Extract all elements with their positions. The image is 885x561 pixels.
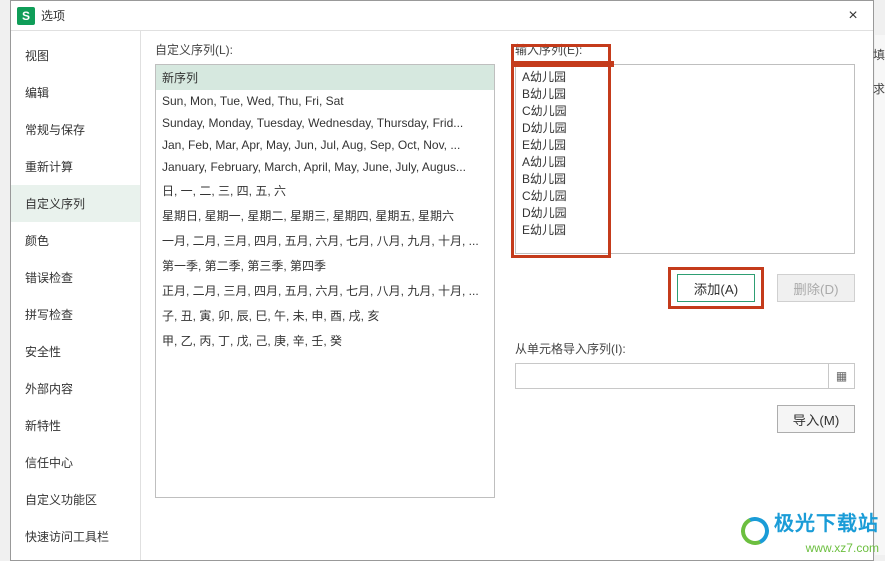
sidebar-item-10[interactable]: 新特性 [11,407,140,444]
list-item[interactable]: 星期日, 星期一, 星期二, 星期三, 星期四, 星期五, 星期六 [156,203,494,228]
right-tag-fill: 填 [873,46,885,63]
list-item[interactable]: Jan, Feb, Mar, Apr, May, Jun, Jul, Aug, … [156,134,494,156]
import-label: 从单元格导入序列(I): [515,340,855,357]
sidebar-item-4[interactable]: 自定义序列 [11,185,140,222]
list-item[interactable]: Sunday, Monday, Tuesday, Wednesday, Thur… [156,112,494,134]
list-item[interactable]: 甲, 乙, 丙, 丁, 戊, 己, 庚, 辛, 壬, 癸 [156,328,494,353]
sidebar-item-9[interactable]: 外部内容 [11,370,140,407]
sidebar: 视图编辑常规与保存重新计算自定义序列颜色错误检查拼写检查安全性外部内容新特性信任… [11,31,141,560]
app-icon: S [17,7,35,25]
list-item[interactable]: Sun, Mon, Tue, Wed, Thu, Fri, Sat [156,90,494,112]
range-picker-icon[interactable]: ▦ [829,363,855,389]
list-item[interactable]: January, February, March, April, May, Ju… [156,156,494,178]
sidebar-item-5[interactable]: 颜色 [11,222,140,259]
input-seq-label: 输入序列(E): [515,41,855,58]
list-item[interactable]: 第一季, 第二季, 第三季, 第四季 [156,253,494,278]
sidebar-item-7[interactable]: 拼写检查 [11,296,140,333]
right-tag-search: 求 [873,80,885,97]
titlebar: S 选项 × [11,1,873,31]
dialog-body: 视图编辑常规与保存重新计算自定义序列颜色错误检查拼写检查安全性外部内容新特性信任… [11,31,873,560]
sidebar-item-11[interactable]: 信任中心 [11,444,140,481]
sidebar-item-1[interactable]: 编辑 [11,74,140,111]
list-item[interactable]: 正月, 二月, 三月, 四月, 五月, 六月, 七月, 八月, 九月, 十月, … [156,278,494,303]
list-item[interactable]: 日, 一, 二, 三, 四, 五, 六 [156,178,494,203]
add-button[interactable]: 添加(A) [677,274,755,302]
delete-button: 删除(D) [777,274,855,302]
custom-list-column: 自定义序列(L): 新序列Sun, Mon, Tue, Wed, Thu, Fr… [155,41,495,550]
import-section: 从单元格导入序列(I): ▦ 导入(M) [515,340,855,433]
add-button-highlight: 添加(A) [675,274,757,302]
sidebar-item-3[interactable]: 重新计算 [11,148,140,185]
add-delete-row: 添加(A) 删除(D) [515,274,855,302]
list-item[interactable]: 新序列 [156,65,494,90]
custom-list-label: 自定义序列(L): [155,41,495,58]
list-item[interactable]: 子, 丑, 寅, 卯, 辰, 巳, 午, 未, 申, 酉, 戌, 亥 [156,303,494,328]
sidebar-item-6[interactable]: 错误检查 [11,259,140,296]
sidebar-item-8[interactable]: 安全性 [11,333,140,370]
sidebar-item-2[interactable]: 常规与保存 [11,111,140,148]
input-column: 输入序列(E): 添加(A) 删除(D) 从单元格导入序列(I): [515,41,855,550]
custom-list-listbox[interactable]: 新序列Sun, Mon, Tue, Wed, Thu, Fri, SatSund… [155,64,495,498]
dialog-title: 选项 [41,7,833,24]
main-panel: 自定义序列(L): 新序列Sun, Mon, Tue, Wed, Thu, Fr… [141,31,873,560]
import-button[interactable]: 导入(M) [777,405,855,433]
input-seq-textarea-full[interactable] [515,64,855,254]
right-edge-strip [875,35,885,555]
close-icon[interactable]: × [833,1,873,31]
import-range-input[interactable] [515,363,829,389]
list-item[interactable]: 一月, 二月, 三月, 四月, 五月, 六月, 七月, 八月, 九月, 十月, … [156,228,494,253]
sidebar-item-0[interactable]: 视图 [11,37,140,74]
sidebar-item-12[interactable]: 自定义功能区 [11,481,140,518]
sidebar-item-13[interactable]: 快速访问工具栏 [11,518,140,555]
options-dialog: S 选项 × 视图编辑常规与保存重新计算自定义序列颜色错误检查拼写检查安全性外部… [10,0,874,561]
